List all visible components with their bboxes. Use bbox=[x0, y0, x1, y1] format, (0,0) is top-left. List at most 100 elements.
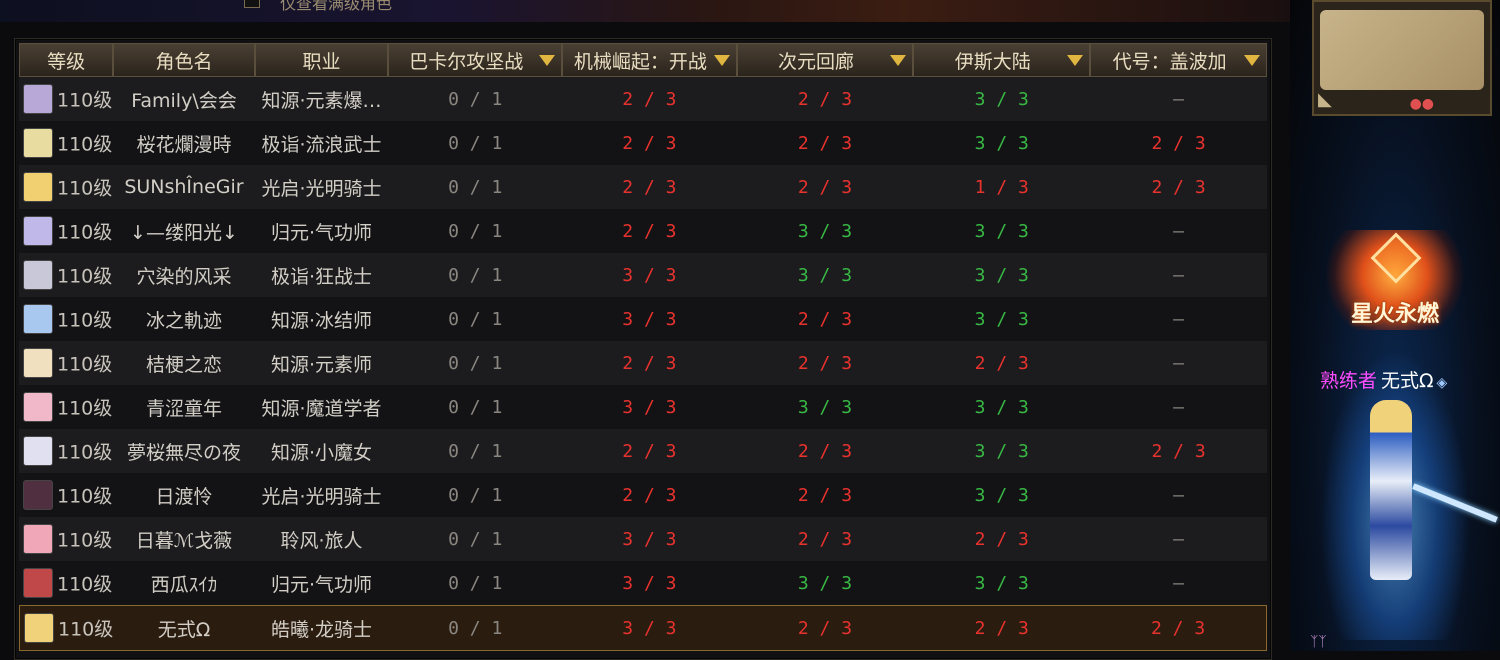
level-text: 110级 bbox=[58, 618, 114, 641]
level-text: 110级 bbox=[57, 397, 113, 420]
raid-progress-panel: 等级 角色名 职业 巴卡尔攻坚战 机械崛起：开战 次元回廊 伊斯大陆 代号：盖波… bbox=[14, 38, 1272, 660]
character-preview-panel: ◣ ●● 星火永燃 熟练者 无式Ω ◈ ᛉᛉ bbox=[1290, 0, 1500, 651]
isle-progress-cell: 3 / 3 bbox=[913, 253, 1091, 297]
header-codename-gaboga[interactable]: 代号：盖波加 bbox=[1090, 43, 1267, 77]
level-cell: 110级 bbox=[19, 473, 114, 517]
bakal-progress-cell: 0 / 1 bbox=[388, 77, 563, 121]
gaboga-progress-cell: — bbox=[1090, 561, 1267, 605]
rank-title: 熟练者 bbox=[1320, 370, 1378, 392]
emblem-title: 星火永燃 bbox=[1350, 302, 1439, 327]
minimap-area bbox=[1320, 10, 1484, 90]
isle-progress-cell: 1 / 3 bbox=[913, 165, 1091, 209]
level-text: 110级 bbox=[57, 89, 113, 112]
isle-progress-cell: 3 / 3 bbox=[913, 121, 1091, 165]
dimension-progress-cell: 3 / 3 bbox=[736, 561, 914, 605]
header-level[interactable]: 等级 bbox=[19, 43, 114, 77]
level-cell: 110级 bbox=[19, 561, 114, 605]
bakal-progress-cell: 0 / 1 bbox=[388, 253, 563, 297]
dropdown-arrow-icon[interactable] bbox=[539, 55, 556, 66]
bakal-progress-cell: 0 / 1 bbox=[388, 385, 563, 429]
mech-progress-cell: 2 / 3 bbox=[562, 341, 737, 385]
table-row[interactable]: 110级 青涩童年 知源·魔道学者 0 / 13 / 33 / 33 / 3— bbox=[19, 385, 1267, 429]
table-row[interactable]: 110级 冰之軌迹 知源·冰结师 0 / 13 / 32 / 33 / 3— bbox=[19, 297, 1267, 341]
character-rank-line: 熟练者 无式Ω ◈ bbox=[1320, 366, 1447, 393]
full-level-only-checkbox[interactable] bbox=[244, 0, 260, 8]
dimension-progress-cell: 2 / 3 bbox=[736, 121, 914, 165]
gaboga-progress-cell: — bbox=[1090, 341, 1267, 385]
dimension-progress-cell: 3 / 3 bbox=[736, 385, 914, 429]
mech-progress-cell: 2 / 3 bbox=[562, 209, 737, 253]
header-class[interactable]: 职业 bbox=[254, 43, 389, 77]
table-row[interactable]: 110级 桜花爛漫時 极诣·流浪武士 0 / 12 / 32 / 33 / 32 / … bbox=[19, 121, 1267, 165]
isle-progress-cell: 3 / 3 bbox=[913, 297, 1091, 341]
bakal-progress-cell: 0 / 1 bbox=[388, 165, 563, 209]
character-avatar-icon bbox=[24, 613, 54, 643]
table-row[interactable]: 110级 Family\会会 知源·元素爆… 0 / 12 / 32 / 33 / 3… bbox=[19, 77, 1267, 121]
dimension-progress-cell: 2 / 3 bbox=[736, 517, 914, 561]
level-cell: 110级 bbox=[19, 209, 114, 253]
table-row[interactable]: 110级 无式Ω 皓曦·龙骑士 0 / 13 / 32 / 32 / 32 / 3 bbox=[19, 605, 1267, 651]
isle-progress-cell: 3 / 3 bbox=[913, 209, 1091, 253]
header-isle-continent[interactable]: 伊斯大陆 bbox=[913, 43, 1091, 77]
gaboga-progress-cell: — bbox=[1090, 209, 1267, 253]
dropdown-arrow-icon[interactable] bbox=[1244, 55, 1260, 66]
class-cell: 光启·光明骑士 bbox=[254, 473, 389, 517]
character-name-label: 无式Ω bbox=[1381, 370, 1434, 392]
character-avatar-icon bbox=[23, 304, 53, 334]
character-name-cell: 夢桜無尽の夜 bbox=[113, 429, 255, 473]
full-level-only-label: 仅查看满级角色 bbox=[280, 0, 393, 13]
mech-progress-cell: 2 / 3 bbox=[562, 429, 737, 473]
character-name-cell: 冰之軌迹 bbox=[113, 297, 255, 341]
character-name-cell: 穴染的风采 bbox=[113, 253, 255, 297]
table-row[interactable]: 110级 日暮ℳ戈薇 聆风·旅人 0 / 13 / 32 / 32 / 3— bbox=[19, 517, 1267, 561]
level-cell: 110级 bbox=[19, 517, 114, 561]
class-cell: 聆风·旅人 bbox=[254, 517, 389, 561]
table-row[interactable]: 110级 SUNshÎneGir 光启·光明骑士 0 / 12 / 32 / 31 /… bbox=[19, 165, 1267, 209]
table-row[interactable]: 110级 西瓜ｽｲｶ 归元·气功师 0 / 13 / 33 / 33 / 3— bbox=[19, 561, 1267, 605]
gaboga-progress-cell: 2 / 3 bbox=[1090, 429, 1267, 473]
bakal-progress-cell: 0 / 1 bbox=[388, 121, 563, 165]
gem-icon: ◈ bbox=[1436, 375, 1448, 391]
header-dimension-corridor[interactable]: 次元回廊 bbox=[736, 43, 914, 77]
dropdown-arrow-icon[interactable] bbox=[1067, 55, 1084, 66]
character-avatar-icon bbox=[23, 480, 53, 510]
table-row[interactable]: 110级 穴染的风采 极诣·狂战士 0 / 13 / 33 / 33 / 3— bbox=[19, 253, 1267, 297]
level-text: 110级 bbox=[57, 221, 113, 244]
gaboga-progress-cell: 2 / 3 bbox=[1090, 165, 1267, 209]
level-text: 110级 bbox=[57, 485, 113, 508]
level-cell: 110级 bbox=[19, 429, 114, 473]
character-name-cell: 无式Ω bbox=[113, 605, 255, 651]
character-name-cell: 西瓜ｽｲｶ bbox=[113, 561, 255, 605]
character-avatar-icon bbox=[23, 348, 53, 378]
character-avatar-icon bbox=[23, 392, 53, 422]
class-cell: 知源·魔道学者 bbox=[254, 385, 389, 429]
header-mechanical-rise[interactable]: 机械崛起：开战 bbox=[562, 43, 737, 77]
level-cell: 110级 bbox=[19, 605, 114, 651]
mech-progress-cell: 3 / 3 bbox=[562, 297, 737, 341]
table-row[interactable]: 110级 日渡怜 光启·光明骑士 0 / 12 / 32 / 33 / 3— bbox=[19, 473, 1267, 517]
table-row[interactable]: 110级 夢桜無尽の夜 知源·小魔女 0 / 12 / 32 / 33 / 32 / … bbox=[19, 429, 1267, 473]
character-name-cell: ↓—缕阳光↓ bbox=[113, 209, 255, 253]
bakal-progress-cell: 0 / 1 bbox=[388, 517, 563, 561]
map-marker-icon: ●● bbox=[1409, 96, 1434, 112]
mech-progress-cell: 2 / 3 bbox=[562, 121, 737, 165]
minimap[interactable]: ◣ ●● bbox=[1312, 0, 1492, 116]
bakal-progress-cell: 0 / 1 bbox=[388, 473, 563, 517]
resize-corner-icon[interactable]: ◣ bbox=[1318, 89, 1332, 110]
class-cell: 光启·光明骑士 bbox=[254, 165, 389, 209]
header-bakal-raid[interactable]: 巴卡尔攻坚战 bbox=[388, 43, 563, 77]
level-cell: 110级 bbox=[19, 385, 114, 429]
character-avatar-icon bbox=[23, 260, 53, 290]
level-text: 110级 bbox=[57, 265, 113, 288]
character-progress-table: 等级 角色名 职业 巴卡尔攻坚战 机械崛起：开战 次元回廊 伊斯大陆 代号：盖波… bbox=[19, 43, 1267, 651]
mech-progress-cell: 2 / 3 bbox=[562, 165, 737, 209]
gaboga-progress-cell: — bbox=[1090, 253, 1267, 297]
table-row[interactable]: 110级 桔梗之恋 知源·元素师 0 / 12 / 32 / 32 / 3— bbox=[19, 341, 1267, 385]
character-name-cell: Family\会会 bbox=[113, 77, 255, 121]
gaboga-progress-cell: 2 / 3 bbox=[1090, 605, 1267, 651]
dropdown-arrow-icon[interactable] bbox=[890, 55, 907, 66]
table-row[interactable]: 110级 ↓—缕阳光↓ 归元·气功师 0 / 12 / 33 / 33 / 3— bbox=[19, 209, 1267, 253]
dropdown-arrow-icon[interactable] bbox=[713, 55, 730, 66]
isle-progress-cell: 2 / 3 bbox=[913, 517, 1091, 561]
header-character-name[interactable]: 角色名 bbox=[113, 43, 255, 77]
